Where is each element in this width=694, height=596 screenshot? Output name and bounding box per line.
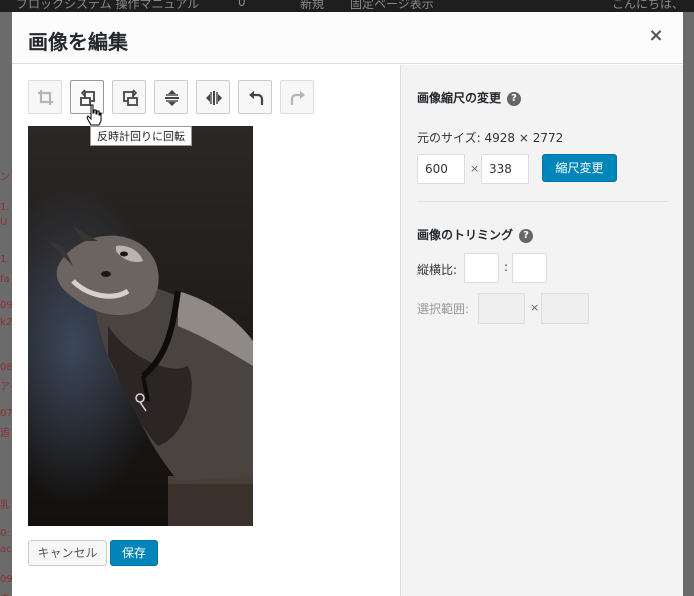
undo-button[interactable]: [238, 80, 272, 114]
adminbar-new: 新規: [300, 0, 325, 11]
rotate-right-button[interactable]: [112, 80, 146, 114]
times-sign: ×: [470, 162, 480, 175]
bg-fragment: 09: [0, 300, 12, 311]
modal-header: 画像を編集 ×: [12, 12, 683, 64]
bg-fragment: 08: [0, 362, 12, 373]
aspect-ratio-width-input[interactable]: [464, 253, 499, 283]
image-settings-pane: 画像縮尺の変更? 元のサイズ: 4928 × 2772 600 × 338 縮尺…: [400, 65, 683, 596]
bg-fragment: U: [0, 217, 8, 228]
bg-fragment: ンプ: [0, 172, 12, 183]
flip-horizontal-icon: [206, 91, 222, 105]
crop-button[interactable]: [28, 80, 62, 114]
selection-height-input[interactable]: [541, 293, 589, 324]
bg-fragment: 1.: [0, 254, 10, 265]
aspect-ratio-height-input[interactable]: [512, 253, 547, 283]
scale-button[interactable]: 縮尺変更: [542, 154, 617, 182]
adminbar-site-name: ブロックシステム 操作マニュアル: [16, 0, 200, 11]
edit-image-modal: 画像を編集 × キャンセル 保存 反時計回りに回転 画像縮尺の変更 ? 元のサイ…: [12, 12, 683, 596]
help-icon[interactable]: ?: [519, 229, 534, 243]
bg-fragment: 07: [0, 408, 12, 419]
bg-fragment: アイ: [0, 382, 12, 393]
cancel-button[interactable]: キャンセル: [28, 540, 107, 566]
modal-title: 画像を編集: [28, 30, 128, 54]
dog-photo-image: [28, 126, 253, 526]
close-button[interactable]: ×: [645, 25, 667, 47]
selection-width-input[interactable]: [478, 293, 525, 324]
scale-title-text: 画像縮尺の変更: [417, 91, 502, 105]
scale-width-input[interactable]: 600: [417, 154, 465, 184]
bg-fragment: ac: [0, 544, 12, 555]
original-size-text: 元のサイズ: 4928 × 2772: [417, 131, 564, 145]
help-icon[interactable]: ?: [507, 92, 522, 106]
background-page-right: [683, 12, 694, 596]
bg-fragment: 09: [0, 574, 12, 585]
section-divider: [417, 201, 668, 202]
flip-horizontal-button[interactable]: [196, 80, 230, 114]
adminbar-view: 固定ページ表示: [350, 0, 434, 11]
scale-section-title: 画像縮尺の変更?: [417, 89, 522, 106]
scale-height-input[interactable]: 338: [481, 154, 529, 184]
bg-fragment: fa: [0, 274, 10, 285]
background-page-left: ンプ 1. U 1. fa 09 k2 08 アイ 07 追 乳 0: ac 0…: [0, 12, 12, 596]
bg-fragment: 乳: [0, 500, 10, 511]
selection-label: 選択範囲:: [417, 302, 470, 316]
selection-times-sign: ×: [530, 301, 540, 314]
redo-button[interactable]: [280, 80, 314, 114]
crop-section-title: 画像のトリミング?: [417, 226, 534, 243]
crop-icon: [38, 90, 53, 105]
hand-pointer-icon: [86, 104, 102, 126]
bg-fragment: 追: [0, 428, 10, 439]
image-editor-pane: キャンセル 保存 反時計回りに回転: [12, 65, 400, 596]
redo-icon: [290, 91, 305, 105]
dog-photo[interactable]: [28, 126, 253, 526]
admin-bar: ブロックシステム 操作マニュアル 0 新規 固定ページ表示 こんにちは、: [0, 0, 694, 12]
rotate-left-tooltip: 反時計回りに回転: [90, 126, 192, 146]
adminbar-comments-count: 0: [238, 0, 246, 9]
aspect-ratio-label: 縦横比:: [417, 263, 458, 277]
bg-fragment: k2: [0, 317, 12, 328]
flip-vertical-button[interactable]: [154, 80, 188, 114]
adminbar-greeting: こんにちは、: [612, 0, 685, 11]
rotate-right-icon: [123, 89, 138, 106]
bg-fragment: 未: [0, 590, 10, 596]
ratio-colon: :: [504, 260, 509, 274]
bg-fragment: 0:: [0, 528, 10, 539]
bg-fragment: 1.: [0, 202, 10, 213]
save-button[interactable]: 保存: [110, 540, 158, 566]
flip-vertical-icon: [165, 90, 179, 106]
undo-icon: [249, 91, 264, 105]
crop-title-text: 画像のトリミング: [417, 228, 514, 242]
